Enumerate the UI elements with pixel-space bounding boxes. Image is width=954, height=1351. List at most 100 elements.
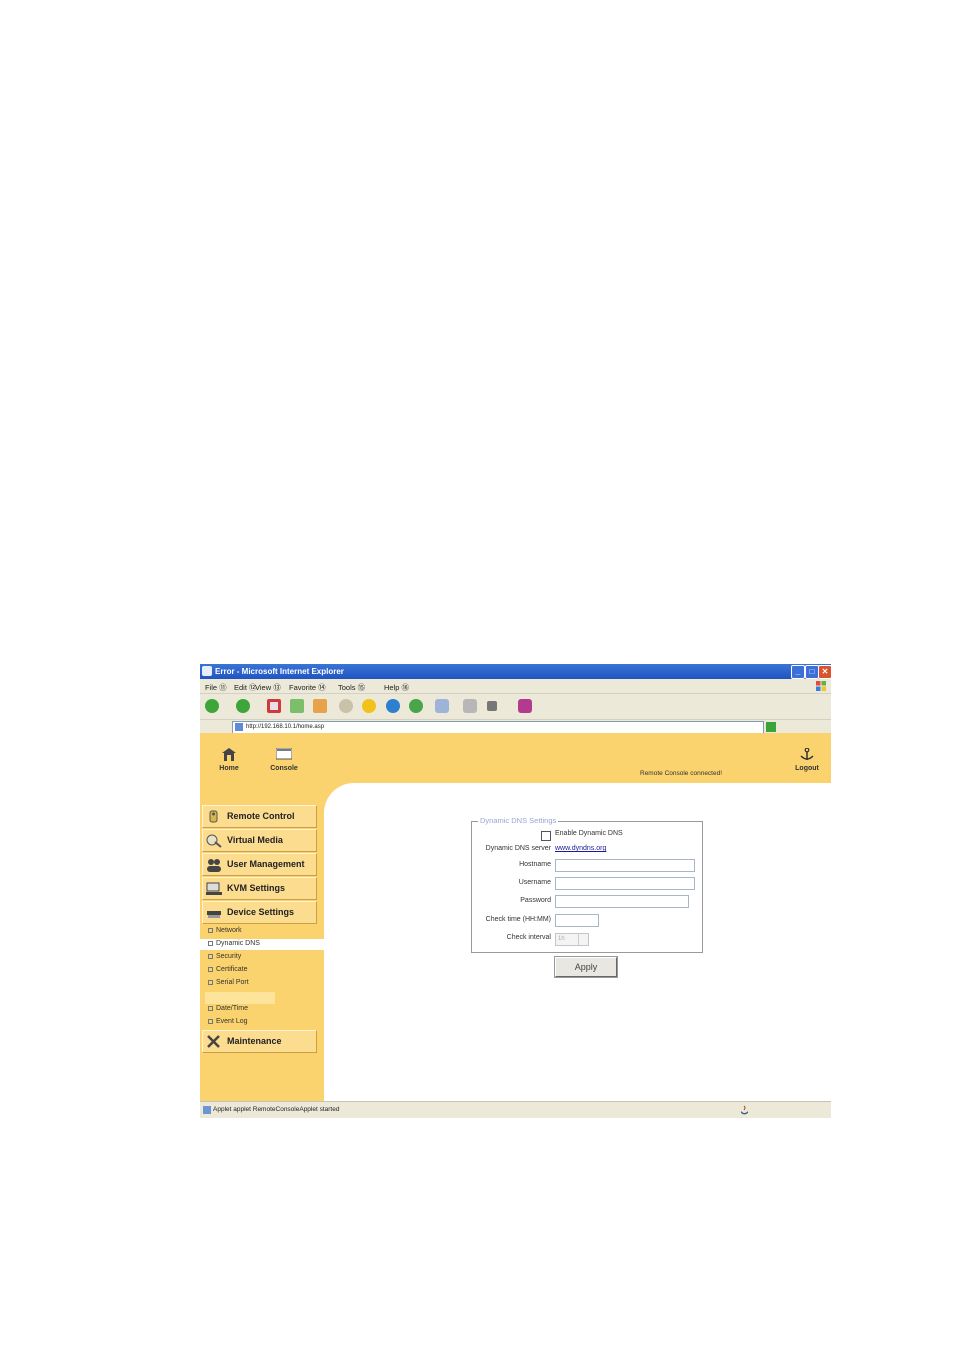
bullet-icon <box>208 966 213 972</box>
edit-icon[interactable] <box>487 701 497 711</box>
minimize-button[interactable]: _ <box>791 665 805 679</box>
hostname-input[interactable] <box>555 859 695 872</box>
nav-logout[interactable]: Logout <box>788 748 826 772</box>
bullet-icon <box>208 1005 213 1011</box>
subitem-dynamic-dns-label: Dynamic DNS <box>216 940 260 947</box>
menu-edit[interactable]: Edit ⑫ <box>234 682 257 693</box>
console-icon <box>276 748 292 760</box>
status-text: Applet applet RemoteConsoleApplet starte… <box>213 1106 340 1113</box>
window-title-bar[interactable]: Error - Microsoft Internet Explorer _ □ … <box>200 664 831 679</box>
page-icon <box>235 723 243 731</box>
enable-dynamic-dns-checkbox[interactable] <box>541 831 551 841</box>
subitem-security-label: Security <box>216 953 242 960</box>
menu-virtual-media[interactable]: Virtual Media <box>202 829 317 852</box>
toolbar <box>200 693 831 720</box>
header-band: Home Console Remote Console connected! L… <box>200 733 831 783</box>
blank-subitem <box>205 992 275 1004</box>
fieldset-legend: Dynamic DNS Settings <box>478 816 559 825</box>
chevron-down-icon <box>578 934 588 945</box>
address-bar: http://192.168.10.1/home.asp <box>200 719 831 734</box>
check-time-input[interactable] <box>555 914 599 927</box>
menu-help[interactable]: Help ⑯ <box>384 682 409 693</box>
menu-kvm-settings-label: KVM Settings <box>227 883 286 893</box>
refresh-icon[interactable] <box>290 699 304 713</box>
window-title: Error - Microsoft Internet Explorer <box>215 667 344 676</box>
subitem-event-log-label: Event Log <box>216 1018 248 1025</box>
maintenance-icon <box>207 1035 220 1048</box>
virtual-media-icon <box>206 834 222 848</box>
print-icon[interactable] <box>463 699 477 713</box>
menu-favorite[interactable]: Favorite ⑭ <box>289 682 326 693</box>
dns-server-link[interactable]: www.dyndns.org <box>555 845 606 852</box>
menu-tools[interactable]: Tools ⑮ <box>338 682 365 693</box>
nav-home[interactable]: Home <box>214 748 244 772</box>
address-url: http://192.168.10.1/home.asp <box>246 724 325 730</box>
messenger-icon[interactable] <box>518 699 532 713</box>
username-label: Username <box>518 879 551 886</box>
subitem-date-time-label: Date/Time <box>216 1005 249 1012</box>
forward-icon[interactable] <box>236 699 250 713</box>
menu-user-management[interactable]: User Management <box>202 853 317 876</box>
menu-kvm-settings[interactable]: KVM Settings <box>202 877 317 900</box>
menu-device-settings[interactable]: Device Settings <box>202 901 317 924</box>
apply-button[interactable]: Apply <box>555 957 617 977</box>
username-input[interactable] <box>555 877 695 890</box>
subitem-serial-port-label: Serial Port <box>216 979 249 986</box>
remote-control-icon <box>209 810 218 823</box>
menu-view[interactable]: View ⑬ <box>255 682 281 693</box>
kvm-settings-icon <box>206 882 222 895</box>
back-icon[interactable] <box>205 699 219 713</box>
page-status-icon <box>203 1106 211 1114</box>
search-icon[interactable] <box>339 699 353 713</box>
subitem-certificate-label: Certificate <box>216 966 248 973</box>
bullet-icon <box>208 953 213 959</box>
menu-maintenance-label: Maintenance <box>227 1036 282 1046</box>
subitem-event-log[interactable]: Event Log <box>208 1018 248 1025</box>
menu-file[interactable]: File ⑪ <box>205 682 227 693</box>
favorites-star-icon[interactable] <box>362 699 376 713</box>
connection-status: Remote Console connected! <box>640 770 723 777</box>
history-icon[interactable] <box>409 699 423 713</box>
bullet-icon <box>208 1018 213 1024</box>
stop-icon[interactable] <box>267 699 281 713</box>
enable-dynamic-dns-label: Enable Dynamic DNS <box>555 830 623 837</box>
windows-logo-icon <box>816 681 826 691</box>
web-page: Home Console Remote Console connected! L… <box>200 733 831 1101</box>
menu-remote-control[interactable]: Remote Control <box>202 805 317 828</box>
media-icon[interactable] <box>386 699 400 713</box>
maximize-button[interactable]: □ <box>805 665 819 679</box>
dns-server-label: Dynamic DNS server <box>485 845 551 852</box>
hostname-label: Hostname <box>519 861 551 868</box>
subitem-network[interactable]: Network <box>208 927 242 934</box>
nav-logout-label: Logout <box>795 765 819 772</box>
nav-console-label: Console <box>270 765 298 772</box>
logout-icon <box>800 748 814 760</box>
go-icon[interactable] <box>766 722 776 732</box>
browser-screenshot: Error - Microsoft Internet Explorer _ □ … <box>200 664 831 1118</box>
mail-icon[interactable] <box>435 699 449 713</box>
nav-console[interactable]: Console <box>265 748 303 772</box>
check-interval-select[interactable]: 1h <box>555 933 589 946</box>
subitem-serial-port[interactable]: Serial Port <box>208 979 249 986</box>
password-input[interactable] <box>555 895 689 908</box>
nav-home-label: Home <box>219 765 239 772</box>
device-settings-icon <box>207 911 221 918</box>
bullet-icon <box>208 940 213 946</box>
subitem-dynamic-dns[interactable]: Dynamic DNS <box>208 940 260 947</box>
check-time-label: Check time (HH:MM) <box>485 916 551 923</box>
bullet-icon <box>208 979 213 985</box>
menu-maintenance[interactable]: Maintenance <box>202 1030 317 1053</box>
subitem-network-label: Network <box>216 927 242 934</box>
check-interval-value: 1h <box>558 936 565 942</box>
home-toolbar-icon[interactable] <box>313 699 327 713</box>
menu-device-settings-label: Device Settings <box>227 907 295 917</box>
status-bar: Applet applet RemoteConsoleApplet starte… <box>200 1101 831 1118</box>
subitem-date-time[interactable]: Date/Time <box>208 1005 248 1012</box>
subitem-certificate[interactable]: Certificate <box>208 966 248 973</box>
close-button[interactable]: ✕ <box>818 665 831 679</box>
subitem-security[interactable]: Security <box>208 953 241 960</box>
user-management-icon <box>207 859 221 872</box>
password-label: Password <box>520 897 551 904</box>
java-icon <box>741 1105 748 1115</box>
menu-virtual-media-label: Virtual Media <box>227 835 283 845</box>
